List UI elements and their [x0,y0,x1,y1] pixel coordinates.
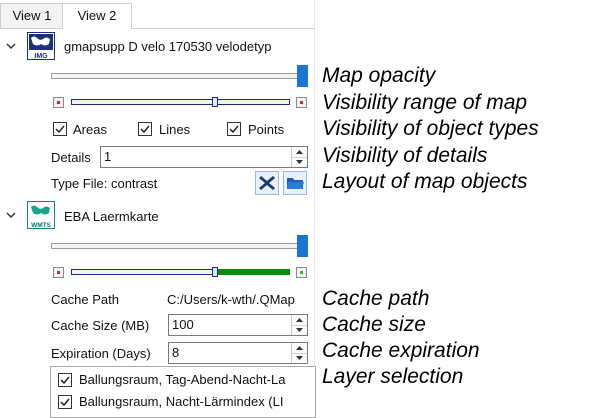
tab-view-1[interactable]: View 1 [0,3,64,28]
chevron-down-icon[interactable] [5,209,17,221]
map2-range-handle[interactable] [212,267,218,277]
cache-path-label: Cache Path [51,292,119,307]
annotation-visibility-range: Visibility range of map [322,91,528,114]
annotation-layout-objects: Layout of map objects [322,170,528,193]
open-typefile-button[interactable] [283,171,307,195]
cache-size-spinbox[interactable]: 100 [168,314,308,336]
map1-details-value: 1 [104,149,112,164]
expiration-spinbox[interactable]: 8 [168,342,308,364]
check-icon [229,125,239,134]
delete-typefile-button[interactable] [255,171,279,195]
map1-details-label: Details [51,150,91,165]
check-icon [60,376,70,385]
view-tabs: View 1 View 2 [0,3,314,29]
cache-size-value: 100 [172,317,194,332]
map1-opacity-slider-track[interactable] [51,73,301,79]
map1-points-checkbox[interactable] [227,122,241,136]
cache-size-label: Cache Size (MB) [51,318,150,333]
check-icon [55,125,65,134]
check-icon [140,125,150,134]
annotation-visibility-types: Visibility of object types [322,117,539,140]
spin-down-icon[interactable] [292,353,307,363]
map1-typefile-label: Type File: contrast [51,176,158,191]
annotation-visibility-details: Visibility of details [322,144,488,167]
img-icon-label: IMG [34,53,48,60]
wmts-map-icon: WMTS [27,201,55,229]
map-view-panel: View 1 View 2 IMG gmapsupp D velo 170530… [0,0,316,418]
map1-points-label: Points [248,122,285,137]
map2-opacity-slider-handle[interactable] [297,235,308,257]
cache-path-value: C:/Users/k-wth/.QMap [167,292,295,307]
annotation-layer-selection: Layer selection [322,365,464,388]
map2-range-max-button[interactable] [296,267,307,278]
map1-areas-checkbox[interactable] [53,122,67,136]
layer-list[interactable]: Ballungsraum, Tag-Abend-Nacht-La Ballung… [50,366,316,418]
annotation-cache-path: Cache path [322,287,430,310]
img-map-icon: IMG [27,32,55,60]
map2-title: EBA Laermkarte [64,209,159,224]
annotation-cache-expiration: Cache expiration [322,339,480,362]
layer-2-checkbox[interactable] [58,395,72,409]
map1-lines-checkbox[interactable] [138,122,152,136]
expiration-label: Expiration (Days) [51,346,151,361]
layer-1-label: Ballungsraum, Tag-Abend-Nacht-La [79,372,286,387]
chevron-down-icon[interactable] [5,40,17,52]
map1-title: gmapsupp D velo 170530 velodetyp [64,39,272,54]
check-icon [60,398,70,407]
map2-range-min-button[interactable] [53,267,64,278]
annotation-map-opacity: Map opacity [322,64,436,87]
map1-range-max-button[interactable] [296,97,307,108]
delete-x-icon [259,176,275,190]
folder-icon [287,178,304,189]
annotation-cache-size: Cache size [322,313,426,336]
map2-visible-range-fill [216,269,290,275]
map1-visibility-range-slider[interactable] [71,99,290,105]
layer-1-checkbox[interactable] [58,373,72,387]
expiration-value: 8 [172,345,180,360]
spin-down-icon[interactable] [292,325,307,335]
map2-opacity-slider-track[interactable] [51,243,301,249]
map1-areas-label: Areas [73,122,107,137]
map1-range-min-button[interactable] [53,97,64,108]
map1-opacity-slider-handle[interactable] [297,65,308,87]
layer-2-label: Ballungsraum, Nacht-Lärmindex (LI [79,394,284,409]
map1-range-handle[interactable] [212,97,218,107]
map1-details-spinbox[interactable]: 1 [100,146,308,168]
tab-view-2[interactable]: View 2 [62,3,132,29]
spin-down-icon[interactable] [292,157,307,167]
wmts-icon-label: WMTS [31,222,52,229]
map1-lines-label: Lines [159,122,191,137]
